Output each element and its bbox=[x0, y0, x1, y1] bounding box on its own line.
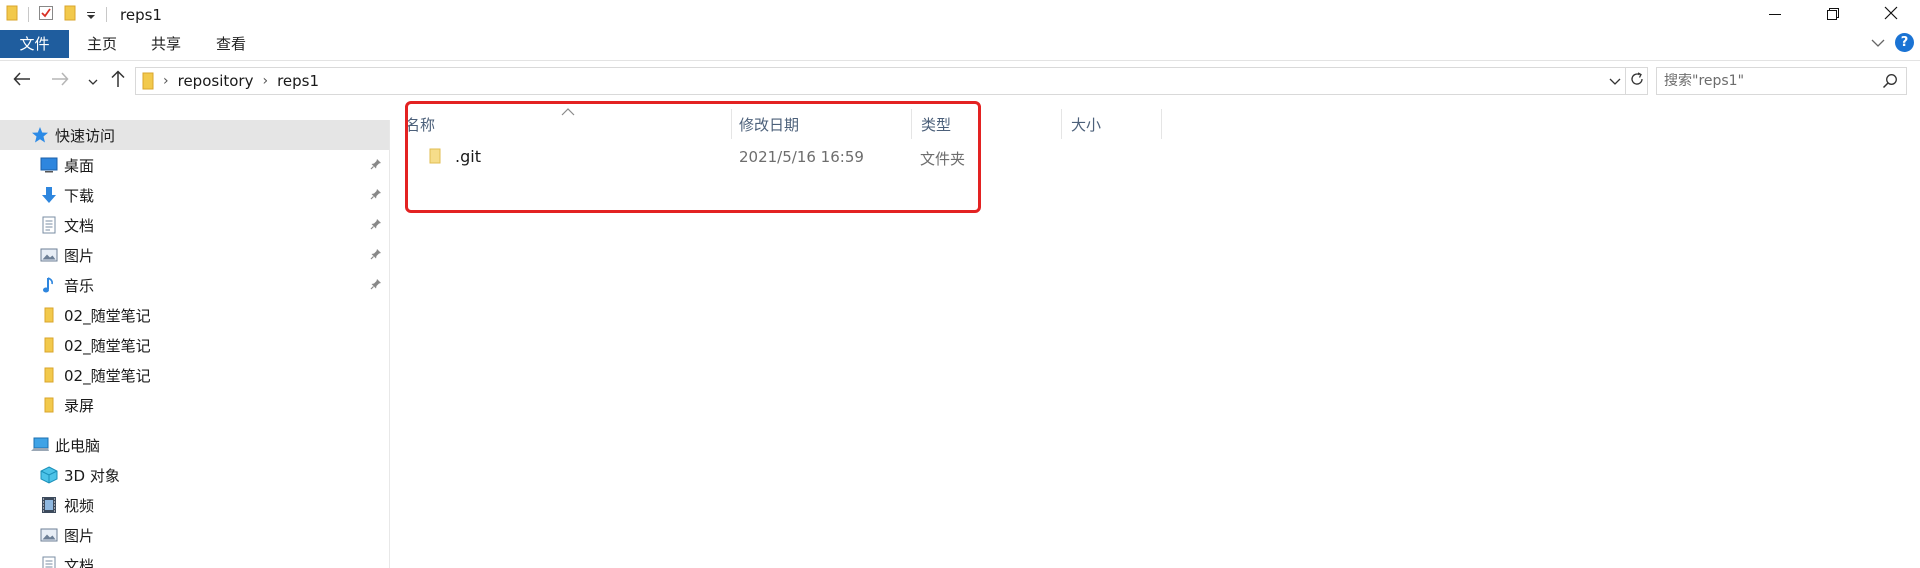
sidebar-item-3d-objects[interactable]: 3D 对象 bbox=[0, 460, 389, 490]
tab-file[interactable]: 文件 bbox=[0, 30, 69, 58]
column-header-size[interactable]: 大小 bbox=[1049, 109, 1149, 139]
navigation-pane: 快速访问 桌面 下载 文档 图片 音乐 02_随堂笔记 02_随堂笔记 02_随… bbox=[0, 120, 390, 568]
help-icon[interactable]: ? bbox=[1895, 33, 1914, 52]
address-dropdown-icon[interactable] bbox=[1609, 73, 1621, 93]
sidebar-item-label: 录屏 bbox=[64, 396, 95, 415]
sidebar-item-label: 文档 bbox=[64, 556, 95, 568]
pictures-icon bbox=[39, 525, 59, 545]
sidebar-item-this-pc[interactable]: 此电脑 bbox=[0, 430, 389, 460]
tab-view[interactable]: 查看 bbox=[205, 30, 257, 58]
computer-icon bbox=[30, 435, 50, 455]
sidebar-item-notes-2[interactable]: 02_随堂笔记 bbox=[0, 330, 389, 360]
tab-share[interactable]: 共享 bbox=[140, 30, 192, 58]
refresh-button[interactable] bbox=[1626, 67, 1648, 95]
video-icon bbox=[39, 495, 59, 515]
pin-icon[interactable] bbox=[370, 156, 382, 174]
sidebar-item-label: 视频 bbox=[64, 496, 95, 515]
star-icon bbox=[30, 125, 50, 145]
minimize-button[interactable] bbox=[1746, 0, 1804, 29]
folder-icon bbox=[39, 365, 59, 385]
folder-icon bbox=[39, 335, 59, 355]
sidebar-item-label: 文档 bbox=[64, 216, 95, 235]
sidebar-item-label: 下载 bbox=[64, 186, 95, 205]
divider bbox=[106, 7, 107, 22]
column-divider[interactable] bbox=[1161, 109, 1162, 139]
ribbon-right: ? bbox=[1871, 33, 1914, 52]
close-icon bbox=[1884, 6, 1898, 24]
expand-ribbon-icon[interactable] bbox=[1871, 34, 1885, 52]
sidebar-item-label: 图片 bbox=[64, 526, 95, 545]
desktop-icon bbox=[39, 155, 59, 175]
forward-button[interactable] bbox=[49, 70, 71, 92]
pin-icon[interactable] bbox=[370, 246, 382, 264]
forward-arrow-icon bbox=[51, 72, 69, 90]
3d-objects-icon bbox=[39, 465, 59, 485]
title-bar: reps1 bbox=[0, 0, 1920, 29]
properties-icon[interactable] bbox=[38, 5, 54, 25]
breadcrumb-separator: › bbox=[262, 73, 269, 89]
address-row: › repository › reps1 bbox=[0, 62, 1920, 102]
sidebar-item-music[interactable]: 音乐 bbox=[0, 270, 389, 300]
window-controls bbox=[1746, 0, 1920, 29]
search-icon[interactable] bbox=[1882, 73, 1898, 93]
breadcrumb-reps1[interactable]: reps1 bbox=[277, 72, 319, 90]
back-arrow-icon bbox=[13, 72, 31, 90]
search-input[interactable] bbox=[1664, 73, 1864, 89]
sidebar-item-label: 此电脑 bbox=[55, 436, 101, 455]
minimize-icon bbox=[1769, 6, 1781, 24]
pin-icon[interactable] bbox=[370, 276, 382, 294]
document-icon bbox=[39, 215, 59, 235]
folder-icon[interactable] bbox=[6, 5, 18, 25]
back-button[interactable] bbox=[11, 70, 33, 92]
sidebar-item-screen-recordings[interactable]: 录屏 bbox=[0, 390, 389, 420]
sidebar-item-pc-documents[interactable]: 文档 bbox=[0, 550, 389, 568]
sidebar-item-label: 02_随堂笔记 bbox=[64, 336, 151, 355]
refresh-icon bbox=[1630, 72, 1644, 90]
up-button[interactable] bbox=[107, 70, 129, 92]
sidebar-item-desktop[interactable]: 桌面 bbox=[0, 150, 389, 180]
music-icon bbox=[39, 275, 59, 295]
pin-icon[interactable] bbox=[370, 186, 382, 204]
sidebar-item-label: 图片 bbox=[64, 246, 95, 265]
sidebar-item-label: 桌面 bbox=[64, 156, 95, 175]
sidebar-item-downloads[interactable]: 下载 bbox=[0, 180, 389, 210]
sidebar-item-notes-1[interactable]: 02_随堂笔记 bbox=[0, 300, 389, 330]
folder-icon bbox=[39, 305, 59, 325]
breadcrumb-separator: › bbox=[163, 73, 169, 89]
up-arrow-icon bbox=[111, 70, 125, 92]
ribbon: 文件 主页 共享 查看 ? bbox=[0, 29, 1920, 61]
breadcrumb-repository[interactable]: repository bbox=[178, 72, 254, 90]
pin-icon[interactable] bbox=[370, 216, 382, 234]
folder-icon bbox=[39, 395, 59, 415]
sidebar-item-pictures[interactable]: 图片 bbox=[0, 240, 389, 270]
search-box[interactable] bbox=[1656, 67, 1907, 95]
sidebar-item-label: 音乐 bbox=[64, 276, 95, 295]
recent-locations-button[interactable] bbox=[82, 70, 104, 92]
sidebar-item-pc-pictures[interactable]: 图片 bbox=[0, 520, 389, 550]
new-folder-icon[interactable] bbox=[64, 5, 76, 25]
divider bbox=[28, 7, 29, 22]
customize-dropdown-icon[interactable] bbox=[86, 6, 96, 24]
address-bar[interactable]: › repository › reps1 bbox=[135, 67, 1626, 95]
sidebar-item-notes-3[interactable]: 02_随堂笔记 bbox=[0, 360, 389, 390]
sidebar-item-videos[interactable]: 视频 bbox=[0, 490, 389, 520]
highlight-annotation bbox=[405, 101, 981, 213]
sidebar-item-label: 快速访问 bbox=[55, 126, 116, 145]
sidebar-item-label: 02_随堂笔记 bbox=[64, 366, 151, 385]
sidebar-item-label: 02_随堂笔记 bbox=[64, 306, 151, 325]
sidebar-item-documents[interactable]: 文档 bbox=[0, 210, 389, 240]
restore-button[interactable] bbox=[1804, 0, 1862, 29]
sidebar-item-label: 3D 对象 bbox=[64, 466, 120, 485]
chevron-down-icon bbox=[88, 72, 98, 90]
restore-icon bbox=[1827, 6, 1839, 24]
window-title: reps1 bbox=[120, 5, 162, 24]
sidebar-item-quick-access[interactable]: 快速访问 bbox=[0, 120, 389, 150]
download-icon bbox=[39, 185, 59, 205]
folder-icon bbox=[142, 72, 154, 90]
tab-home[interactable]: 主页 bbox=[76, 30, 128, 58]
document-icon bbox=[39, 555, 59, 568]
pictures-icon bbox=[39, 245, 59, 265]
close-button[interactable] bbox=[1862, 0, 1920, 29]
